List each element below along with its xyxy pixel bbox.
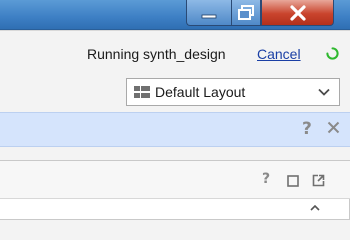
scroll-up-arrow-icon[interactable]: [310, 205, 320, 211]
info-bar: ?: [0, 112, 350, 147]
status-text: Running synth_design: [87, 46, 226, 62]
close-icon: [289, 4, 306, 21]
float-icon[interactable]: [312, 174, 325, 187]
infobar-help-button[interactable]: ?: [302, 119, 312, 139]
panel-help-button[interactable]: ?: [262, 171, 270, 187]
app-window: Running synth_design Cancel Default Layo…: [0, 0, 350, 220]
chevron-down-icon: [318, 88, 330, 96]
layout-grid-icon: [134, 86, 150, 98]
restore-icon: [238, 4, 254, 20]
panel: ?: [0, 160, 350, 220]
spinner-icon: [326, 47, 339, 60]
restore-button[interactable]: [231, 0, 261, 26]
maximize-icon[interactable]: [287, 175, 299, 187]
window-controls: [186, 0, 334, 27]
panel-header: ?: [0, 161, 350, 199]
layout-dropdown[interactable]: Default Layout: [126, 78, 340, 106]
close-button[interactable]: [261, 0, 334, 26]
status-bar: Running synth_design Cancel: [0, 30, 350, 74]
layout-dropdown-value: Default Layout: [155, 84, 246, 100]
infobar-close-icon[interactable]: [327, 121, 340, 134]
minimize-icon: [201, 14, 217, 18]
title-bar[interactable]: [0, 0, 350, 30]
minimize-button[interactable]: [186, 0, 231, 26]
cancel-link[interactable]: Cancel: [257, 46, 301, 62]
